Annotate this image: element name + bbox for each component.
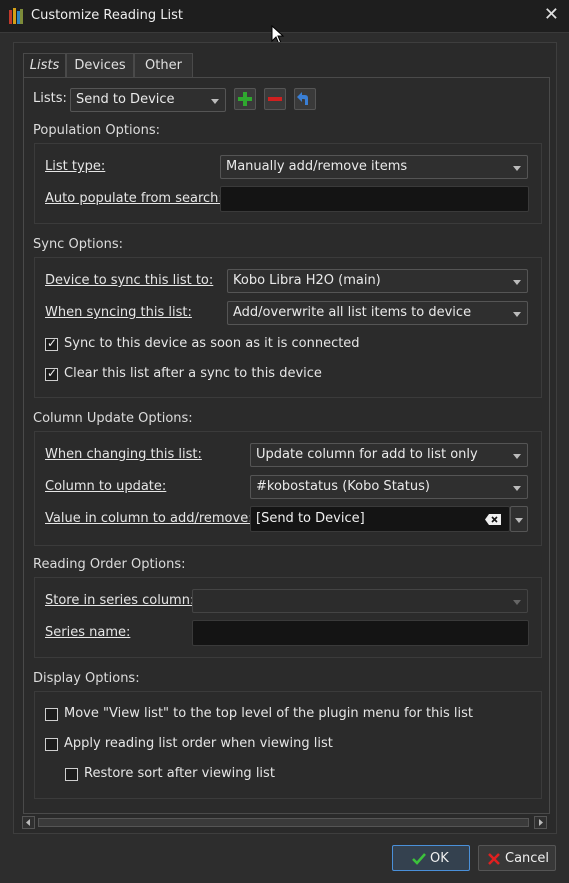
move-view-list-label: Move "View list" to the top level of the… [64,706,473,721]
window-title: Customize Reading List [31,8,183,23]
undo-arrow-icon [297,92,308,105]
chevron-down-icon [211,99,219,104]
close-icon[interactable]: ✕ [544,4,559,26]
cancel-label: Cancel [505,851,550,866]
chevron-down-icon [513,280,521,285]
store-series-combo[interactable] [192,589,528,613]
when-syncing-combo[interactable]: Add/overwrite all list items to device [227,301,528,325]
chevron-down-icon [515,518,523,523]
series-name-input[interactable] [192,620,529,646]
cancel-button[interactable]: Cancel [478,845,556,871]
scroll-right-button[interactable] [534,816,547,829]
lists-combo[interactable]: Send to Device [70,88,226,112]
device-value: Kobo Libra H2O (main) [233,273,381,288]
undo-button[interactable] [294,88,316,110]
sync-on-connect-label: Sync to this device as soon as it is con… [64,336,360,351]
chevron-right-icon [539,819,543,826]
checkmark-icon: ✓ [47,366,58,380]
restore-sort-label: Restore sort after viewing list [84,766,275,781]
chevron-down-icon [513,454,521,459]
store-series-label: Store in series column: [45,593,195,608]
scrollbar-thumb[interactable] [38,818,529,827]
tab-lists[interactable]: Lists [23,53,66,79]
lists-combo-value: Send to Device [76,92,175,107]
when-changing-label: When changing this list: [45,447,202,462]
tab-devices[interactable]: Devices [66,53,134,77]
restore-sort-checkbox[interactable] [65,768,78,781]
value-column-dropdown[interactable] [510,506,528,532]
move-view-list-checkbox[interactable] [45,708,58,721]
clear-after-sync-checkbox[interactable]: ✓ [45,366,58,381]
ok-button[interactable]: OK [392,845,470,871]
cancel-x-icon [488,853,500,865]
auto-populate-label: Auto populate from search: [45,191,223,206]
device-label: Device to sync this list to: [45,273,214,288]
when-changing-combo[interactable]: Update column for add to list only [250,443,528,467]
checkmark-icon: ✓ [47,336,58,350]
value-column-value: [Send to Device] [256,511,365,526]
minus-icon [268,97,282,101]
lists-label: Lists: [33,91,67,106]
remove-list-button[interactable] [264,88,286,110]
chevron-left-icon [26,819,30,826]
when-changing-value: Update column for add to list only [256,447,478,462]
when-syncing-label: When syncing this list: [45,305,192,320]
list-type-label: List type: [45,159,106,174]
add-list-button[interactable] [234,88,256,110]
scroll-left-button[interactable] [22,816,35,829]
chevron-down-icon [513,600,521,605]
column-to-update-combo[interactable]: #kobostatus (Kobo Status) [250,475,528,499]
value-column-input[interactable]: [Send to Device] [250,506,510,532]
ok-label: OK [430,851,449,866]
column-to-update-value: #kobostatus (Kobo Status) [256,479,430,494]
display-title: Display Options: [33,671,140,686]
auto-populate-input[interactable] [220,186,529,212]
clear-after-sync-label: Clear this list after a sync to this dev… [64,366,322,381]
population-title: Population Options: [33,123,160,138]
chevron-down-icon [513,312,521,317]
value-column-label: Value in column to add/remove: [45,511,253,526]
series-name-label: Series name: [45,625,131,640]
column-to-update-label: Column to update: [45,479,167,494]
list-type-value: Manually add/remove items [226,159,408,174]
clear-text-icon[interactable] [485,514,501,525]
when-syncing-value: Add/overwrite all list items to device [233,305,472,320]
chevron-down-icon [513,486,521,491]
apply-order-label: Apply reading list order when viewing li… [64,736,333,751]
chevron-down-icon [513,166,521,171]
books-app-icon [9,8,23,24]
checkmark-icon [412,853,426,865]
column-title: Column Update Options: [33,411,193,426]
sync-title: Sync Options: [33,237,124,252]
sync-on-connect-checkbox[interactable]: ✓ [45,336,58,351]
tab-other[interactable]: Other [134,53,193,77]
plus-icon [238,92,252,106]
apply-order-checkbox[interactable] [45,738,58,751]
list-type-combo[interactable]: Manually add/remove items [220,155,528,179]
horizontal-scrollbar[interactable] [22,816,547,829]
reading-title: Reading Order Options: [33,557,186,572]
device-combo[interactable]: Kobo Libra H2O (main) [227,269,528,293]
